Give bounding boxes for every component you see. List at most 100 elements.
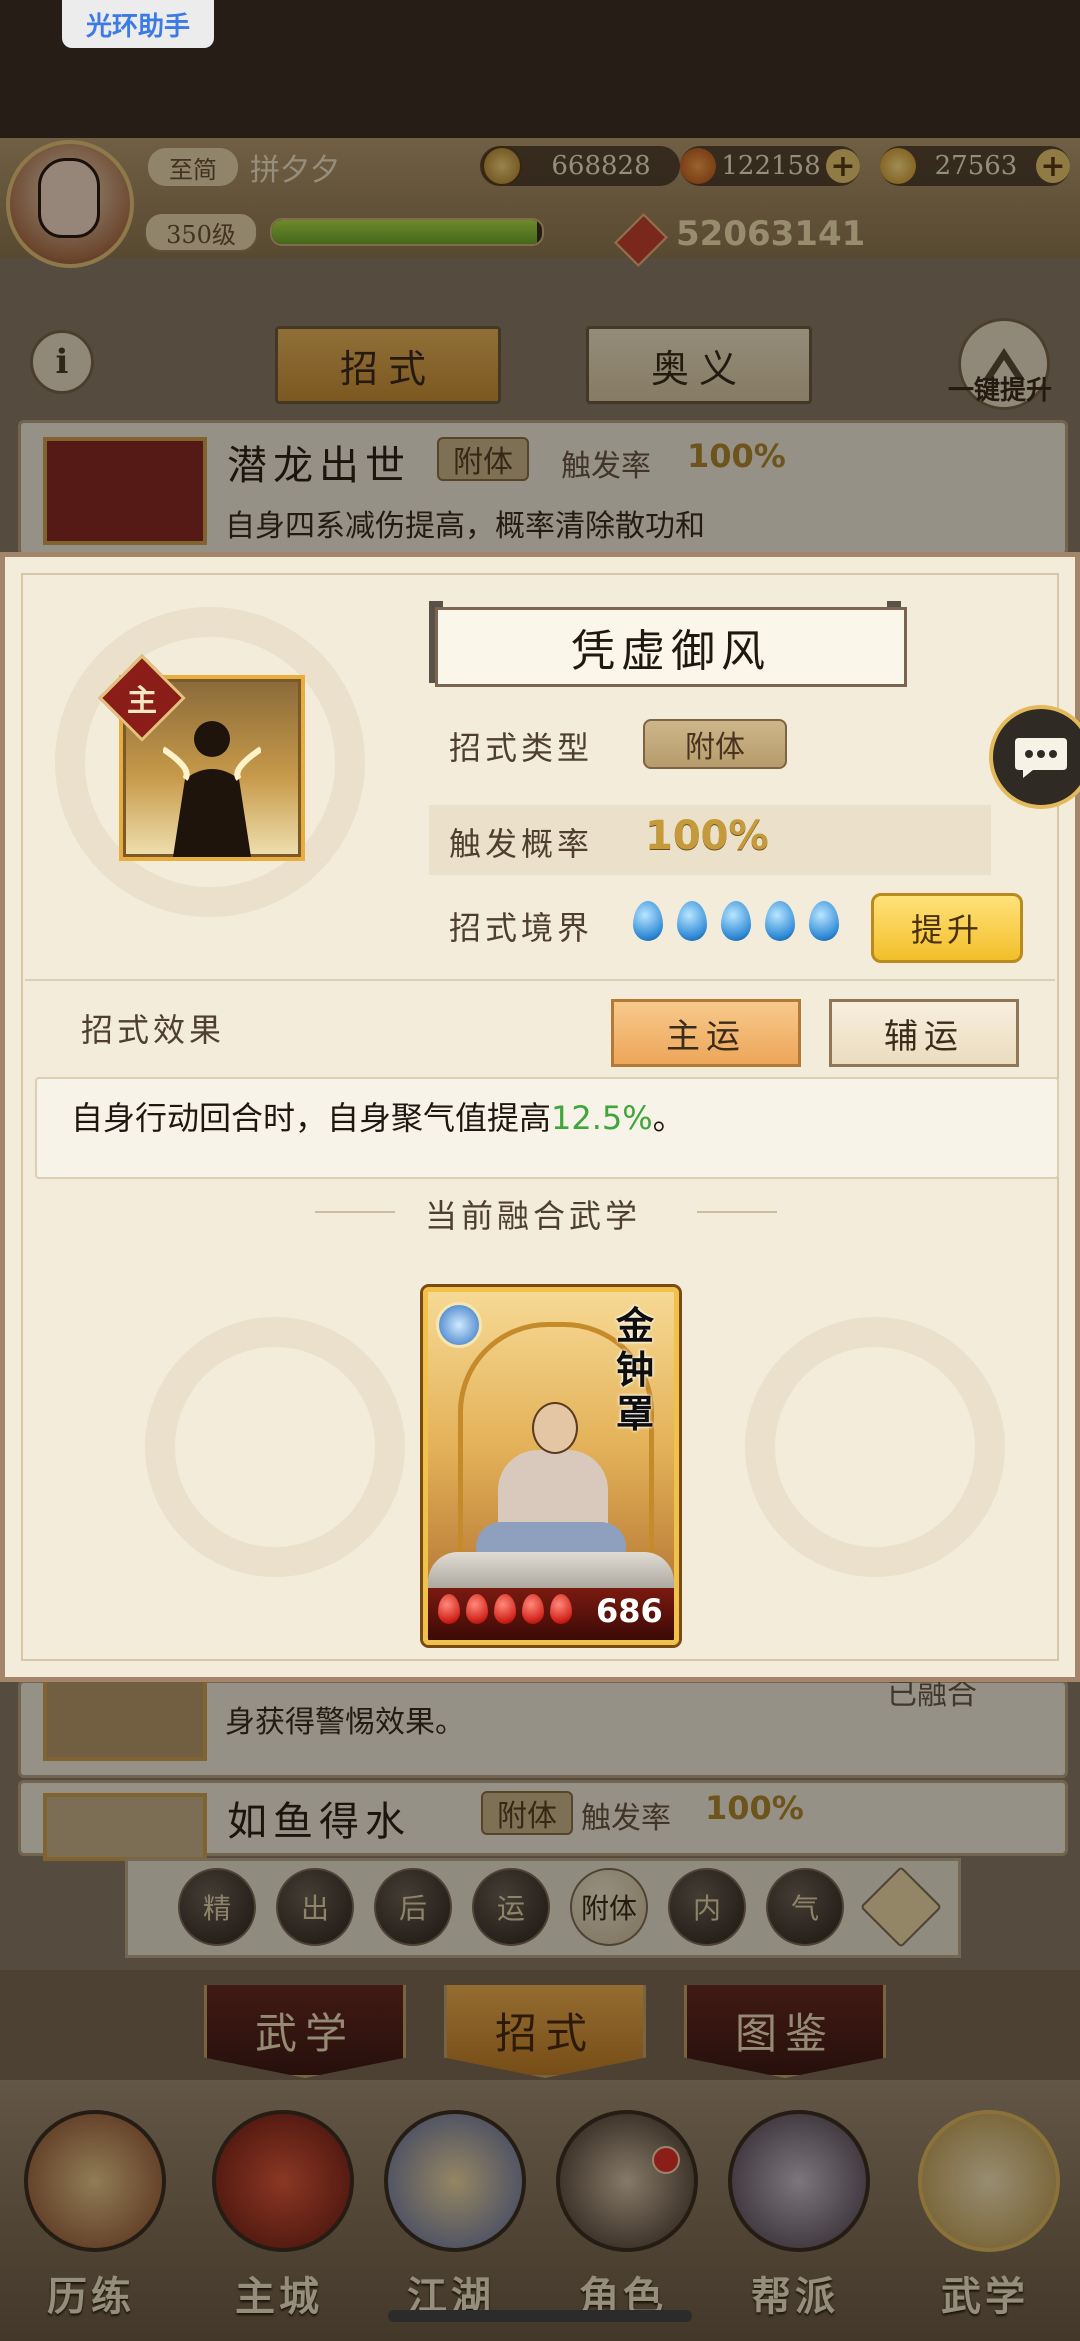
add-gems-button[interactable]: + xyxy=(826,149,860,184)
move-thumbnail xyxy=(43,437,207,545)
move-list-item[interactable]: 如鱼得水 附体 触发率 100% xyxy=(18,1780,1068,1861)
avatar-face xyxy=(38,158,100,238)
martial-art-card[interactable]: 金 钟 罩 686 xyxy=(423,1287,679,1645)
player-name: 拼夕夕 xyxy=(250,153,340,188)
move-list-item[interactable]: 潜龙出世 附体 触发率 100% 自身四系减伤提高，概率清除散功和 xyxy=(18,420,1068,556)
main-badge-label: 主 xyxy=(127,684,157,719)
gem-icon xyxy=(680,148,716,184)
raise-realm-button[interactable]: 提升 xyxy=(871,893,1023,963)
nav-martial-arts[interactable]: 武学 xyxy=(900,2100,1070,2320)
move-type-label: 招式类型 xyxy=(449,729,594,767)
effect-text-prefix: 自身行动回合时，自身聚气值提高 xyxy=(71,1099,552,1137)
combat-power: 52063141 xyxy=(676,214,866,254)
nav-jianghu[interactable]: 江湖 xyxy=(366,2100,536,2320)
nav-guild[interactable]: 帮派 xyxy=(710,2100,880,2320)
realm-star-icon xyxy=(765,901,795,941)
sword-icon xyxy=(384,2110,526,2252)
filter-chip[interactable]: 气 xyxy=(766,1868,844,1946)
filter-chip[interactable]: 精 xyxy=(178,1868,256,1946)
home-indicator[interactable] xyxy=(388,2310,692,2322)
card-star-icon xyxy=(522,1594,544,1624)
divider xyxy=(697,1211,777,1213)
realm-star-icon xyxy=(721,901,751,941)
add-gold-button[interactable]: + xyxy=(1036,149,1070,184)
gems-counter[interactable]: 122158 + xyxy=(680,146,860,186)
filter-chip[interactable]: 出 xyxy=(276,1868,354,1946)
probability-value: 100% xyxy=(645,813,769,859)
gold-ingot-icon xyxy=(880,148,916,184)
coins-counter[interactable]: 668828 xyxy=(480,146,680,186)
card-star-icon xyxy=(438,1594,460,1624)
tab-main-effect[interactable]: 主运 xyxy=(611,999,801,1067)
monk-head xyxy=(532,1402,578,1454)
effect-description: 自身行动回合时，自身聚气值提高12.5%。 xyxy=(71,1093,685,1139)
realm-star-icon xyxy=(809,901,839,941)
upgrade-all-label: 一键提升 xyxy=(947,376,1052,406)
move-description: 身获得警惕效果。 xyxy=(225,1705,465,1740)
player-level: 350级 xyxy=(144,212,258,252)
filter-chip[interactable]: 运 xyxy=(472,1868,550,1946)
filter-chip[interactable]: 内 xyxy=(668,1868,746,1946)
effect-text-suffix: 。 xyxy=(652,1099,685,1137)
filter-chip-attach[interactable]: 附体 xyxy=(570,1868,648,1946)
move-description: 自身四系减伤提高，概率清除散功和 xyxy=(225,509,705,544)
fused-martial-art-heading: 当前融合武学 xyxy=(425,1197,642,1235)
rate-label: 触发率 xyxy=(561,449,651,484)
card-star-icon xyxy=(466,1594,488,1624)
cloud-decoration xyxy=(145,1317,405,1577)
card-star-icon xyxy=(550,1594,572,1624)
move-detail-dialog: 主 凭虚御风 招式类型 附体 触发概率 100% 招式境界 提升 招式效果 主运… xyxy=(0,552,1080,1682)
cloud-decoration xyxy=(745,1317,1005,1577)
effect-value: 12.5% xyxy=(551,1099,653,1137)
rate-value: 100% xyxy=(705,1789,804,1827)
realm-star-icon xyxy=(633,901,663,941)
realm-label: 招式境界 xyxy=(449,909,594,947)
card-name: 金 钟 罩 xyxy=(615,1303,654,1436)
move-title: 凭虚御风 xyxy=(435,607,907,687)
card-star-icon xyxy=(494,1594,516,1624)
effect-label: 招式效果 xyxy=(81,1011,226,1049)
training-icon xyxy=(24,2110,166,2252)
coins-value: 668828 xyxy=(551,151,651,181)
gold-value: 27563 xyxy=(934,151,1018,181)
city-gate-icon xyxy=(212,2110,354,2252)
probability-label: 触发概率 xyxy=(449,825,594,863)
gold-counter[interactable]: 27563 + xyxy=(880,146,1070,186)
chat-bubble-icon xyxy=(1015,738,1067,778)
nav-label: 帮派 xyxy=(751,2273,839,2320)
realm-star-icon xyxy=(677,901,707,941)
guild-icon xyxy=(728,2110,870,2252)
move-title: 如鱼得水 xyxy=(227,1799,411,1845)
gems-value: 122158 xyxy=(721,151,821,181)
notification-dot xyxy=(652,2146,680,2174)
divider xyxy=(25,979,1055,981)
tab-moves[interactable]: 招式 xyxy=(275,326,501,404)
scroll-icon xyxy=(918,2110,1060,2252)
nav-label: 历练 xyxy=(47,2273,135,2320)
coin-icon xyxy=(482,146,522,186)
nav-label: 武学 xyxy=(941,2273,1029,2320)
filter-chip[interactable]: 后 xyxy=(374,1868,452,1946)
nav-character[interactable]: 角色 xyxy=(538,2100,708,2320)
move-tag: 附体 xyxy=(481,1791,573,1835)
move-list-item[interactable]: 身获得警惕效果。 已融合 xyxy=(18,1663,1068,1778)
exp-fill xyxy=(272,220,537,244)
card-power: 686 xyxy=(596,1592,663,1630)
info-icon[interactable]: i xyxy=(30,330,94,394)
divider xyxy=(315,1211,395,1213)
tab-aux-effect[interactable]: 辅运 xyxy=(829,999,1019,1067)
rate-value: 100% xyxy=(687,437,786,475)
nav-training[interactable]: 历练 xyxy=(6,2100,176,2320)
school-swirl-icon xyxy=(436,1302,482,1348)
vip-badge: 至简 xyxy=(148,148,238,186)
move-type-badge: 附体 xyxy=(643,719,787,769)
tab-secret[interactable]: 奥义 xyxy=(586,326,812,404)
app-helper-badge[interactable]: 光环助手 xyxy=(62,0,214,48)
nav-main-city[interactable]: 主城 xyxy=(194,2100,364,2320)
move-tag: 附体 xyxy=(437,437,529,481)
rate-label: 触发率 xyxy=(581,1801,671,1836)
exp-bar xyxy=(270,218,544,246)
meditating-figure-icon xyxy=(163,721,261,857)
move-title: 潜龙出世 xyxy=(227,443,411,489)
nav-label: 主城 xyxy=(235,2273,323,2320)
